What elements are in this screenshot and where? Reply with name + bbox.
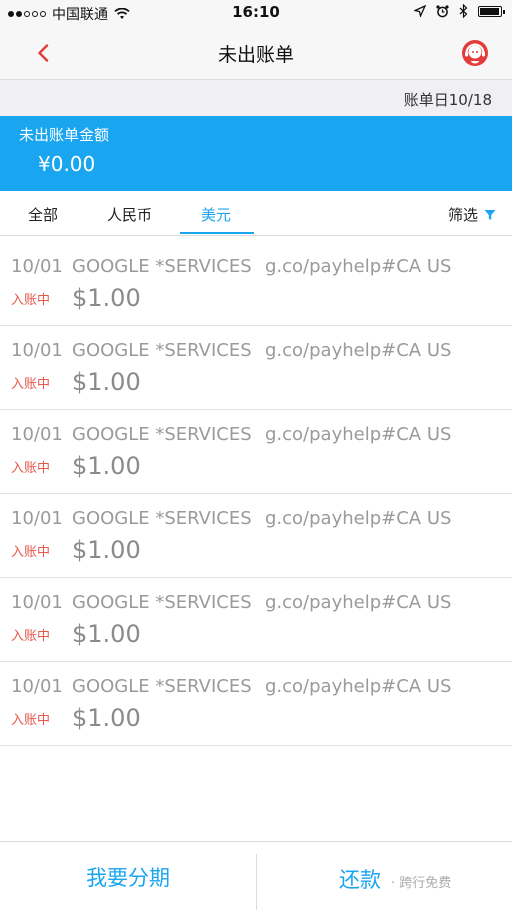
transaction-date: 10/01 bbox=[11, 508, 63, 529]
nav-bar: 未出账单 bbox=[0, 26, 512, 80]
bill-date-strip: 账单日10/18 bbox=[0, 80, 512, 116]
transaction-status: 入账中 bbox=[11, 293, 51, 308]
page-title: 未出账单 bbox=[217, 44, 294, 66]
status-bar: 中国联通 16:10 bbox=[0, 0, 512, 26]
transaction-date: 10/01 bbox=[11, 256, 63, 277]
transaction-reference: g.co/payhelp#CA US bbox=[265, 676, 452, 697]
currency-tabs: 全部 人民币 美元 筛选 bbox=[0, 191, 512, 236]
transaction-reference: g.co/payhelp#CA US bbox=[265, 508, 452, 529]
transaction-status: 入账中 bbox=[11, 713, 51, 728]
transaction-date: 10/01 bbox=[11, 592, 63, 613]
bottom-action-bar: 我要分期 还款 · 跨行免费 bbox=[0, 841, 512, 910]
battery-icon bbox=[478, 5, 505, 17]
alarm-icon bbox=[436, 4, 449, 17]
transaction-row[interactable]: 10/01 GOOGLE *SERVICES g.co/payhelp#CA U… bbox=[0, 410, 512, 494]
repay-button[interactable]: 还款 · 跨行免费 bbox=[257, 842, 512, 910]
bluetooth-icon bbox=[459, 4, 468, 18]
filter-button[interactable]: 筛选 bbox=[448, 204, 496, 225]
transaction-merchant: GOOGLE *SERVICES bbox=[72, 424, 252, 445]
unbilled-summary: 未出账单金额 ¥0.00 bbox=[0, 116, 512, 191]
transaction-reference: g.co/payhelp#CA US bbox=[265, 592, 452, 613]
location-icon bbox=[414, 5, 426, 17]
tab-usd[interactable]: 美元 bbox=[201, 204, 231, 225]
transaction-amount: $1.00 bbox=[72, 536, 141, 564]
transaction-amount: $1.00 bbox=[72, 452, 141, 480]
installment-button[interactable]: 我要分期 bbox=[0, 842, 256, 910]
transaction-reference: g.co/payhelp#CA US bbox=[265, 340, 452, 361]
transaction-row[interactable]: 10/01 GOOGLE *SERVICES g.co/payhelp#CA U… bbox=[0, 578, 512, 662]
transaction-merchant: GOOGLE *SERVICES bbox=[72, 340, 252, 361]
transaction-amount: $1.00 bbox=[72, 704, 141, 732]
transaction-date: 10/01 bbox=[11, 340, 63, 361]
tab-rmb[interactable]: 人民币 bbox=[107, 204, 152, 225]
customer-service-button[interactable] bbox=[460, 38, 490, 68]
bill-date: 账单日10/18 bbox=[403, 91, 492, 109]
transaction-date: 10/01 bbox=[11, 424, 63, 445]
transaction-list: 10/01 GOOGLE *SERVICES g.co/payhelp#CA U… bbox=[0, 242, 512, 746]
tab-all[interactable]: 全部 bbox=[28, 204, 58, 225]
unbilled-amount-label: 未出账单金额 bbox=[19, 126, 110, 144]
transaction-status: 入账中 bbox=[11, 377, 51, 392]
transaction-amount: $1.00 bbox=[72, 620, 141, 648]
installment-label: 我要分期 bbox=[86, 865, 170, 890]
unbilled-amount-value: ¥0.00 bbox=[38, 152, 96, 176]
status-right bbox=[414, 4, 505, 18]
transaction-merchant: GOOGLE *SERVICES bbox=[72, 592, 252, 613]
transaction-status: 入账中 bbox=[11, 629, 51, 644]
transaction-row[interactable]: 10/01 GOOGLE *SERVICES g.co/payhelp#CA U… bbox=[0, 326, 512, 410]
repay-label: 还款 bbox=[339, 868, 381, 892]
repay-note: · 跨行免费 bbox=[391, 876, 452, 891]
screen: 中国联通 16:10 未出账单 账单日10/18 未出账单金额 ¥0.00 全部… bbox=[0, 0, 512, 910]
transaction-merchant: GOOGLE *SERVICES bbox=[72, 676, 252, 697]
filter-icon bbox=[484, 209, 496, 220]
transaction-row[interactable]: 10/01 GOOGLE *SERVICES g.co/payhelp#CA U… bbox=[0, 242, 512, 326]
transaction-row[interactable]: 10/01 GOOGLE *SERVICES g.co/payhelp#CA U… bbox=[0, 494, 512, 578]
transaction-date: 10/01 bbox=[11, 676, 63, 697]
transaction-reference: g.co/payhelp#CA US bbox=[265, 424, 452, 445]
transaction-merchant: GOOGLE *SERVICES bbox=[72, 508, 252, 529]
filter-label: 筛选 bbox=[447, 206, 478, 224]
transaction-status: 入账中 bbox=[11, 545, 51, 560]
transaction-status: 入账中 bbox=[11, 461, 51, 476]
active-tab-indicator bbox=[180, 232, 254, 234]
transaction-merchant: GOOGLE *SERVICES bbox=[72, 256, 252, 277]
transaction-amount: $1.00 bbox=[72, 284, 141, 312]
transaction-amount: $1.00 bbox=[72, 368, 141, 396]
transaction-reference: g.co/payhelp#CA US bbox=[265, 256, 452, 277]
transaction-row[interactable]: 10/01 GOOGLE *SERVICES g.co/payhelp#CA U… bbox=[0, 662, 512, 746]
customer-service-icon bbox=[462, 40, 488, 66]
